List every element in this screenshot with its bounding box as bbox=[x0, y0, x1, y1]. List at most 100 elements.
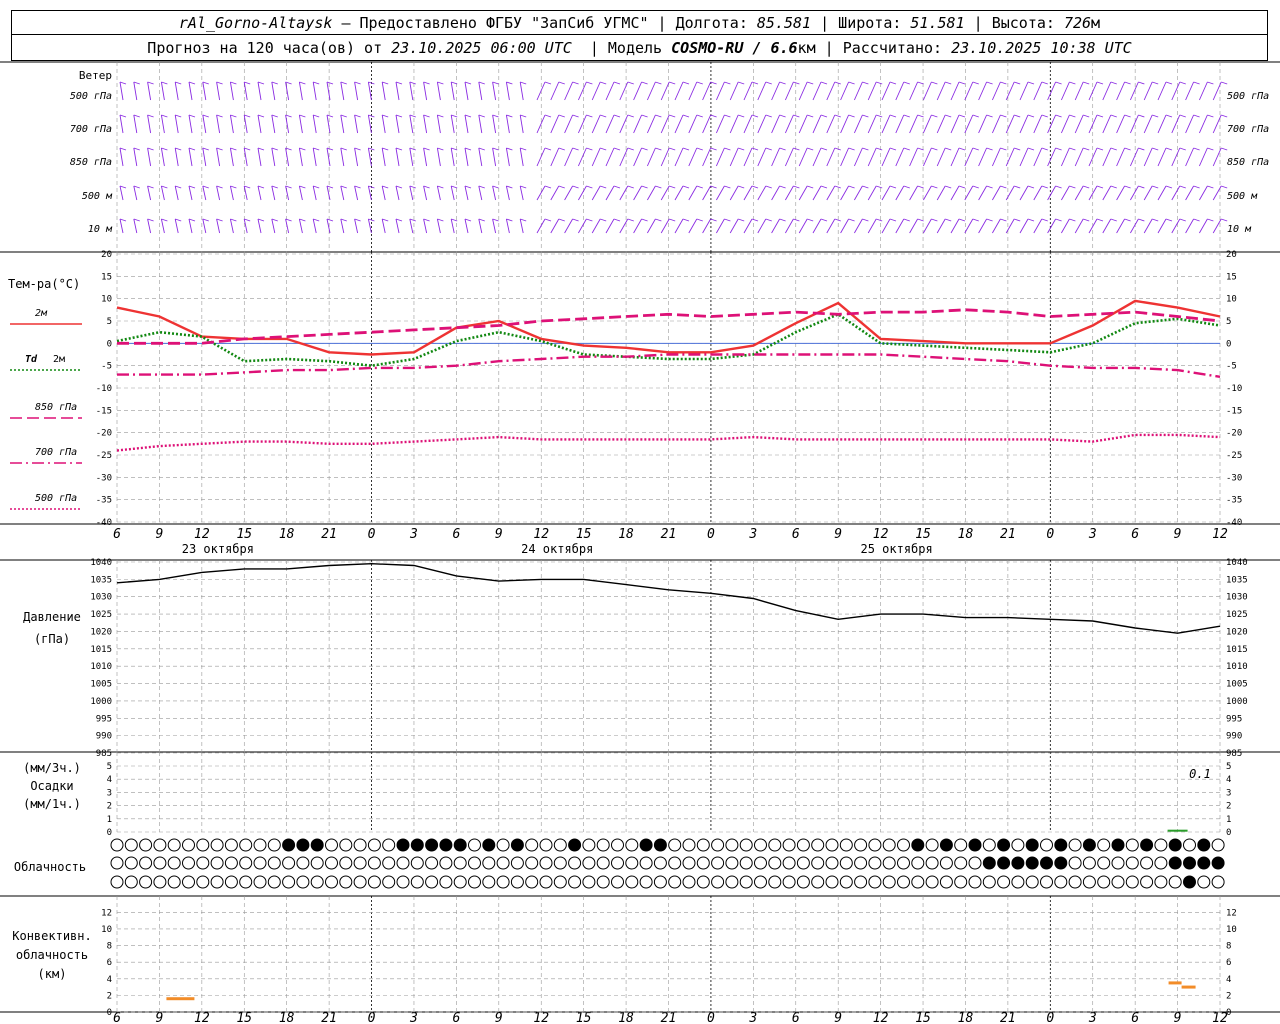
wind-barb bbox=[492, 147, 497, 167]
cloud-cell bbox=[782, 838, 796, 852]
wind-barb bbox=[395, 218, 400, 234]
wind-barb-flag bbox=[1152, 185, 1159, 189]
cloud-cell bbox=[1068, 838, 1082, 852]
conv-label-3: (км) bbox=[38, 967, 67, 981]
conv-label-1: Конвективн. bbox=[12, 929, 91, 943]
wind-barb bbox=[395, 147, 400, 167]
wind-barb-flag bbox=[682, 114, 690, 118]
wind-barb bbox=[1157, 185, 1167, 201]
wind-barb bbox=[395, 185, 400, 201]
wind-barb bbox=[1005, 147, 1015, 167]
wind-barb-flag bbox=[1110, 185, 1117, 189]
wind-barb bbox=[188, 218, 193, 234]
wind-barb bbox=[298, 81, 303, 101]
wind-barb bbox=[840, 147, 850, 167]
cloud-cell bbox=[739, 875, 753, 889]
cloud-cell bbox=[1211, 856, 1225, 870]
x-tick-label-bottom: 18 bbox=[618, 1011, 634, 1024]
wind-barb bbox=[798, 185, 808, 201]
wind-barb-flag bbox=[834, 185, 841, 189]
cloud-cell bbox=[124, 856, 138, 870]
wind-barb bbox=[564, 114, 574, 134]
wind-barb bbox=[785, 218, 794, 234]
wind-barb-flag bbox=[244, 114, 251, 118]
wind-barb-flag bbox=[986, 114, 993, 118]
wind-barb bbox=[505, 81, 510, 101]
temp-axis-label: Тем-ра(°C) bbox=[8, 277, 80, 291]
wind-barb-flag bbox=[395, 81, 403, 85]
wind-barb bbox=[285, 185, 290, 201]
wind-barb bbox=[909, 185, 918, 201]
wind-barb bbox=[202, 147, 207, 167]
wind-barb-flag bbox=[202, 81, 209, 85]
wind-barb bbox=[1102, 147, 1112, 167]
wind-barb bbox=[798, 114, 808, 134]
wind-barb bbox=[1185, 114, 1195, 134]
cloud-cell bbox=[997, 856, 1011, 870]
wind-barb bbox=[950, 81, 960, 101]
wind-barb bbox=[1005, 218, 1015, 234]
cloud-cell bbox=[1183, 838, 1196, 852]
wind-barb-flag bbox=[586, 218, 593, 222]
wind-barb-flag bbox=[820, 185, 828, 189]
wind-barb-flag bbox=[1014, 81, 1021, 85]
date-label: 23 октября bbox=[182, 542, 254, 556]
x-tick-label: 12 bbox=[533, 527, 549, 542]
wind-barb bbox=[1033, 114, 1043, 134]
pressure-ytick-right: 995 bbox=[1226, 714, 1242, 724]
cloud-cell bbox=[882, 856, 896, 870]
wind-barb-flag bbox=[1083, 185, 1090, 189]
wind-barb-flag bbox=[779, 81, 786, 85]
wind-barb-flag bbox=[464, 114, 472, 118]
wind-barb-flag bbox=[409, 114, 416, 118]
wind-barb bbox=[1116, 81, 1126, 101]
x-tick-label-bottom: 6 bbox=[792, 1011, 800, 1024]
cloud-cell bbox=[1211, 875, 1225, 889]
wind-barb-flag bbox=[230, 81, 237, 85]
wind-barb-flag bbox=[230, 185, 237, 189]
wind-level-label-right: 850 гПа bbox=[1227, 157, 1269, 168]
wind-barb bbox=[798, 147, 808, 167]
precip-note: 0.1 bbox=[1189, 767, 1211, 781]
wind-barb bbox=[409, 218, 414, 234]
wind-barb bbox=[478, 81, 483, 101]
cloud-cell bbox=[668, 838, 682, 852]
wind-barb bbox=[591, 218, 601, 234]
cloud-cell bbox=[253, 875, 267, 889]
wind-barb-flag bbox=[1179, 218, 1186, 222]
wind-barb bbox=[505, 114, 510, 134]
wind-barb-flag bbox=[627, 185, 634, 189]
wind-barb bbox=[1061, 185, 1070, 201]
wind-barb-flag bbox=[520, 114, 527, 118]
wind-barb-flag bbox=[1221, 114, 1228, 118]
wind-barb bbox=[243, 114, 248, 134]
wind-barb bbox=[1199, 185, 1208, 201]
wind-barb-flag bbox=[326, 147, 334, 151]
wind-barb bbox=[1143, 147, 1153, 167]
wind-barb bbox=[1005, 114, 1015, 134]
wind-barb bbox=[702, 147, 712, 167]
wind-barb-flag bbox=[1124, 81, 1131, 85]
wind-barb bbox=[1047, 218, 1056, 234]
wind-barb bbox=[257, 185, 262, 201]
pressure-ytick: 1000 bbox=[90, 697, 112, 707]
wind-barb bbox=[492, 114, 497, 134]
wind-barb-flag bbox=[1000, 81, 1007, 85]
wind-barb bbox=[1116, 114, 1126, 134]
cloud-cell bbox=[811, 875, 825, 889]
wind-barb bbox=[1074, 147, 1084, 167]
wind-barb-flag bbox=[613, 81, 621, 85]
wind-barb bbox=[605, 185, 615, 201]
wind-barb-flag bbox=[244, 185, 251, 189]
cloud-label: Облачность bbox=[14, 860, 86, 874]
wind-barb-flag bbox=[889, 114, 897, 118]
wind-barb bbox=[519, 114, 524, 134]
wind-barb bbox=[409, 147, 414, 167]
wind-barb bbox=[578, 185, 587, 201]
wind-barb bbox=[840, 81, 850, 101]
wind-barb-flag bbox=[1165, 147, 1173, 151]
wind-barb-flag bbox=[544, 147, 552, 151]
cloud-cell bbox=[1054, 856, 1068, 870]
wind-level-label-right: 10 м bbox=[1227, 224, 1252, 235]
cloud-cell bbox=[811, 838, 825, 852]
